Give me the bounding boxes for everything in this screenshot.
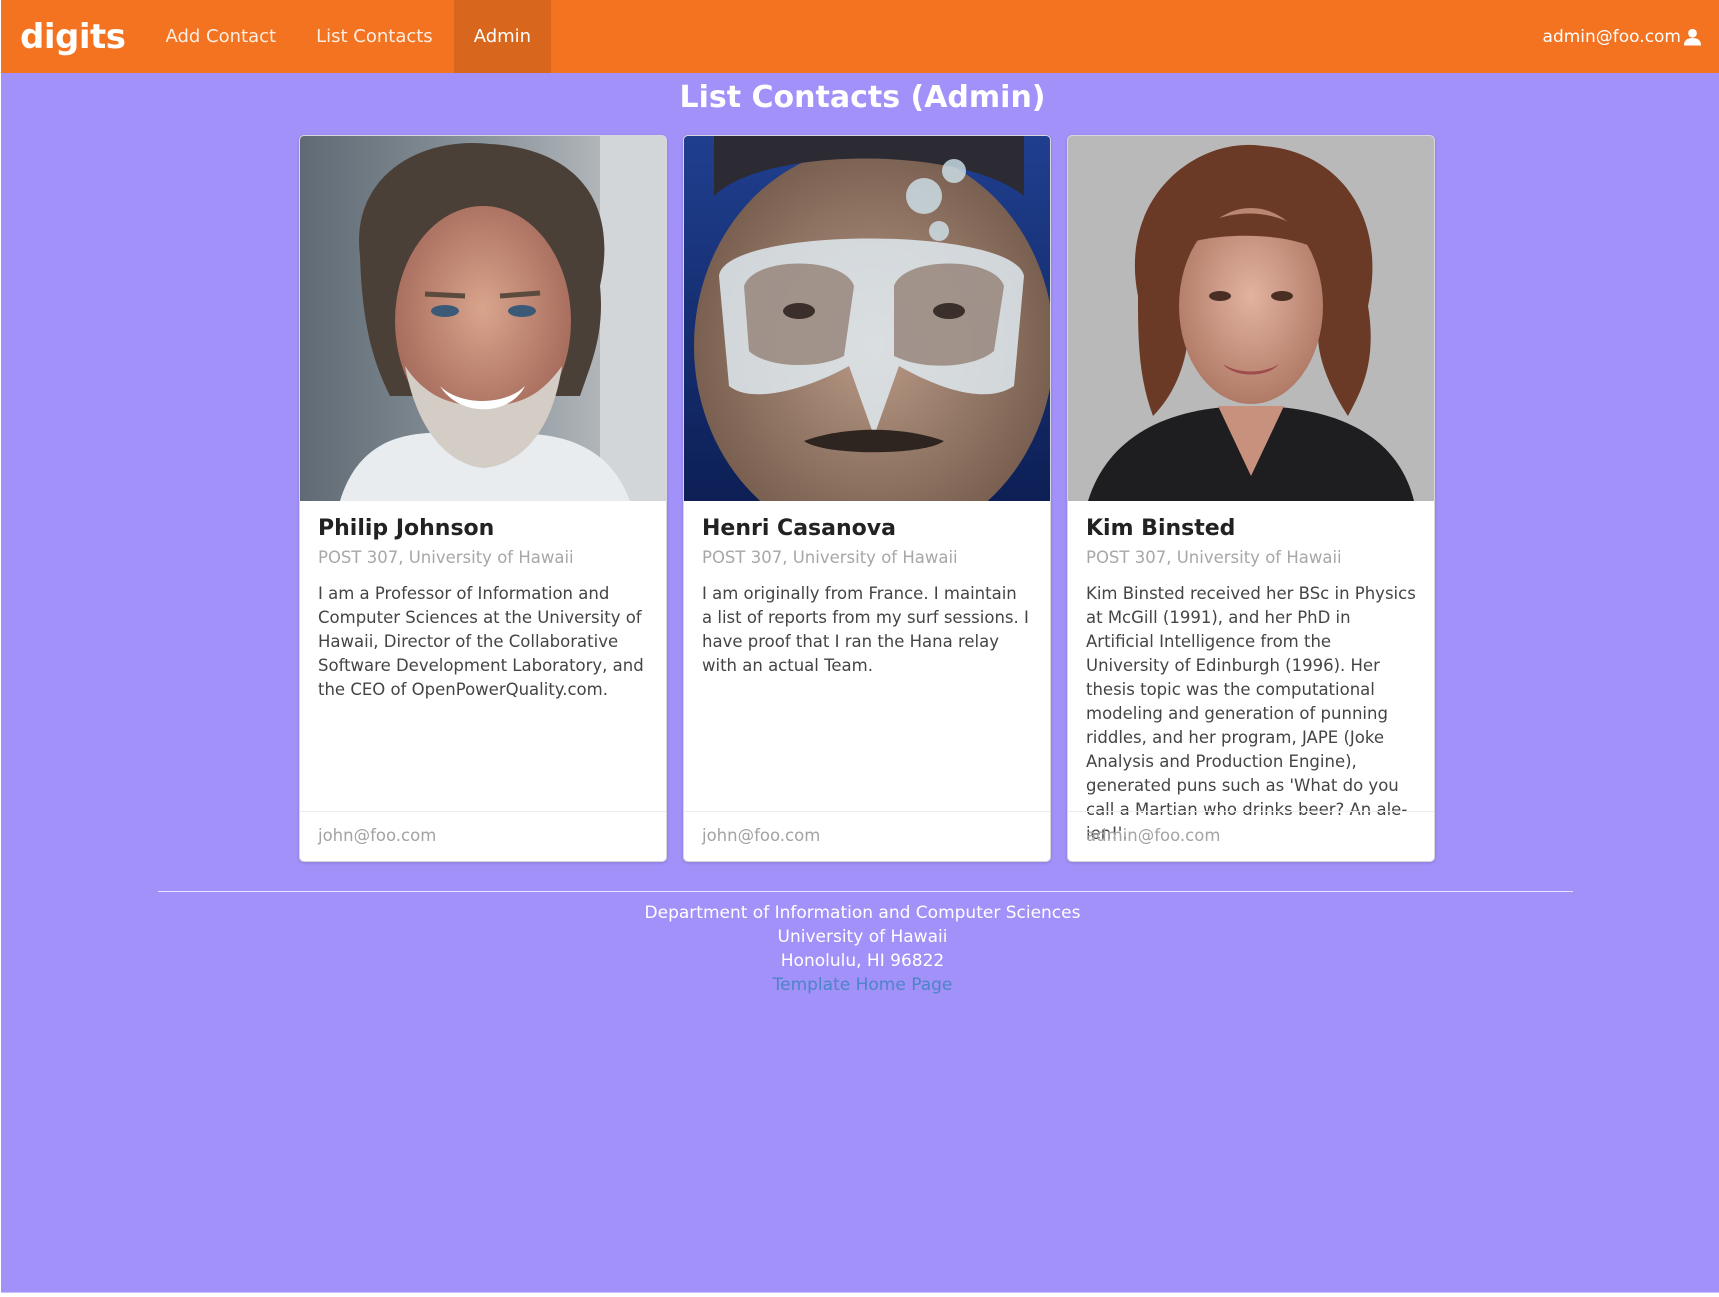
contact-description: I am a Professor of Information and Comp… [318,583,644,699]
contact-owner: john@foo.com [684,811,1050,861]
card-body: Kim Binsted POST 307, University of Hawa… [1068,501,1434,846]
template-home-link[interactable]: Template Home Page [1,973,1719,997]
footer: Department of Information and Computer S… [1,901,1719,997]
brand-logo[interactable]: digits [1,0,145,73]
card-body: Philip Johnson POST 307, University of H… [300,501,666,702]
nav-add-contact[interactable]: Add Contact [145,0,296,73]
contact-card: Henri Casanova POST 307, University of H… [683,135,1051,862]
footer-city: Honolulu, HI 96822 [780,951,945,971]
contact-name: Kim Binsted [1086,516,1236,541]
app-root: digits Add Contact List Contacts Admin a… [1,0,1719,1293]
contact-photo [1068,136,1434,501]
nav-list-contacts[interactable]: List Contacts [296,0,453,73]
contact-address: POST 307, University of Hawaii [318,547,574,567]
contact-photo [684,136,1050,501]
page-title: List Contacts (Admin) [679,80,1046,115]
contact-address: POST 307, University of Hawaii [702,547,958,567]
navbar: digits Add Contact List Contacts Admin a… [1,0,1719,73]
user-menu[interactable]: admin@foo.com [1543,0,1719,73]
contact-description: Kim Binsted received her BSc in Physics … [1086,583,1416,843]
user-icon [1683,27,1702,47]
contact-description: I am originally from France. I maintain … [702,583,1029,675]
contact-name: Philip Johnson [318,516,495,541]
card-body: Henri Casanova POST 307, University of H… [684,501,1050,678]
contact-owner: john@foo.com [300,811,666,861]
footer-department: Department of Information and Computer S… [644,903,1081,923]
contact-name: Henri Casanova [702,516,896,541]
footer-divider [158,891,1573,892]
contact-owner: admin@foo.com [1068,811,1434,861]
contact-photo [300,136,666,501]
contact-address: POST 307, University of Hawaii [1086,547,1342,567]
contact-cards: Philip Johnson POST 307, University of H… [299,135,1435,862]
footer-university: University of Hawaii [777,927,948,947]
contact-card: Kim Binsted POST 307, University of Hawa… [1067,135,1435,862]
user-email: admin@foo.com [1542,26,1681,47]
nav-admin[interactable]: Admin [453,0,552,73]
contact-card: Philip Johnson POST 307, University of H… [299,135,667,862]
